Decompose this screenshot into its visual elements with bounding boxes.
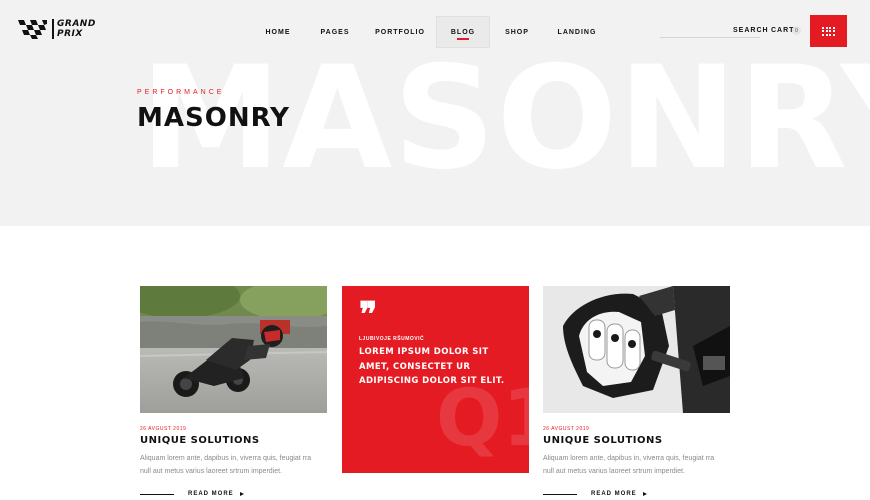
nav-item-shop[interactable]: SHOP: [490, 16, 544, 48]
page-title: MASONRY: [137, 103, 291, 133]
brand-name: GRAND PRIX: [52, 19, 96, 39]
main-nav: HOME PAGES PORTFOLIO BLOG SHOP LANDING: [250, 16, 610, 48]
quote-icon: ❞: [359, 295, 378, 335]
post-excerpt: Aliquam lorem ante, dapibus in, viverra …: [543, 455, 715, 475]
read-more-label: READ MORE: [591, 491, 637, 497]
menu-grid-icon: [822, 26, 835, 36]
checkered-flag-icon: [18, 20, 47, 39]
post-excerpt: Aliquam lorem ante, dapibus in, viverra …: [140, 455, 312, 475]
nav-item-blog[interactable]: BLOG: [436, 16, 490, 48]
quote-background-text: Q1: [436, 374, 529, 464]
post-date: 26 AVGUST 2019: [140, 426, 187, 432]
read-more-link[interactable]: READ MORE: [140, 491, 244, 497]
quote-text: LOREM IPSUM DOLOR SIT AMET, CONSECTET UR…: [359, 347, 505, 386]
nav-item-home[interactable]: HOME: [250, 16, 306, 48]
read-more-line: [543, 493, 577, 495]
brand-line-1: GRAND: [57, 19, 96, 29]
quote-card: Q1 ❞ LJUBIVOJE RŠUMOVIĆ LOREM IPSUM DOLO…: [342, 286, 529, 473]
site-logo[interactable]: GRAND PRIX: [16, 18, 96, 40]
page-eyebrow: PERFORMANCE: [137, 89, 225, 96]
nav-item-landing[interactable]: LANDING: [544, 16, 610, 48]
arrow-right-icon: [642, 492, 647, 496]
post-date: 26 AVGUST 2019: [543, 426, 590, 432]
post-title[interactable]: UNIQUE SOLUTIONS: [140, 435, 260, 446]
search-input-underline[interactable]: [660, 37, 760, 38]
side-menu-button[interactable]: [810, 15, 847, 47]
nav-item-pages[interactable]: PAGES: [306, 16, 364, 48]
cart-button[interactable]: CART: [771, 27, 794, 34]
arrow-right-icon: [239, 492, 244, 496]
search-button[interactable]: SEARCH: [733, 27, 769, 34]
quote-author: LJUBIVOJE RŠUMOVIĆ: [359, 336, 425, 342]
post-image-motorcycle[interactable]: [140, 286, 327, 413]
read-more-link[interactable]: READ MORE: [543, 491, 647, 497]
read-more-line: [140, 493, 174, 495]
post-title[interactable]: UNIQUE SOLUTIONS: [543, 435, 663, 446]
post-image-glove[interactable]: [543, 286, 730, 413]
brand-line-2: PRIX: [57, 29, 83, 39]
cart-count-badge: 0: [792, 26, 801, 35]
read-more-label: READ MORE: [188, 491, 234, 497]
nav-item-portfolio[interactable]: PORTFOLIO: [364, 16, 436, 48]
